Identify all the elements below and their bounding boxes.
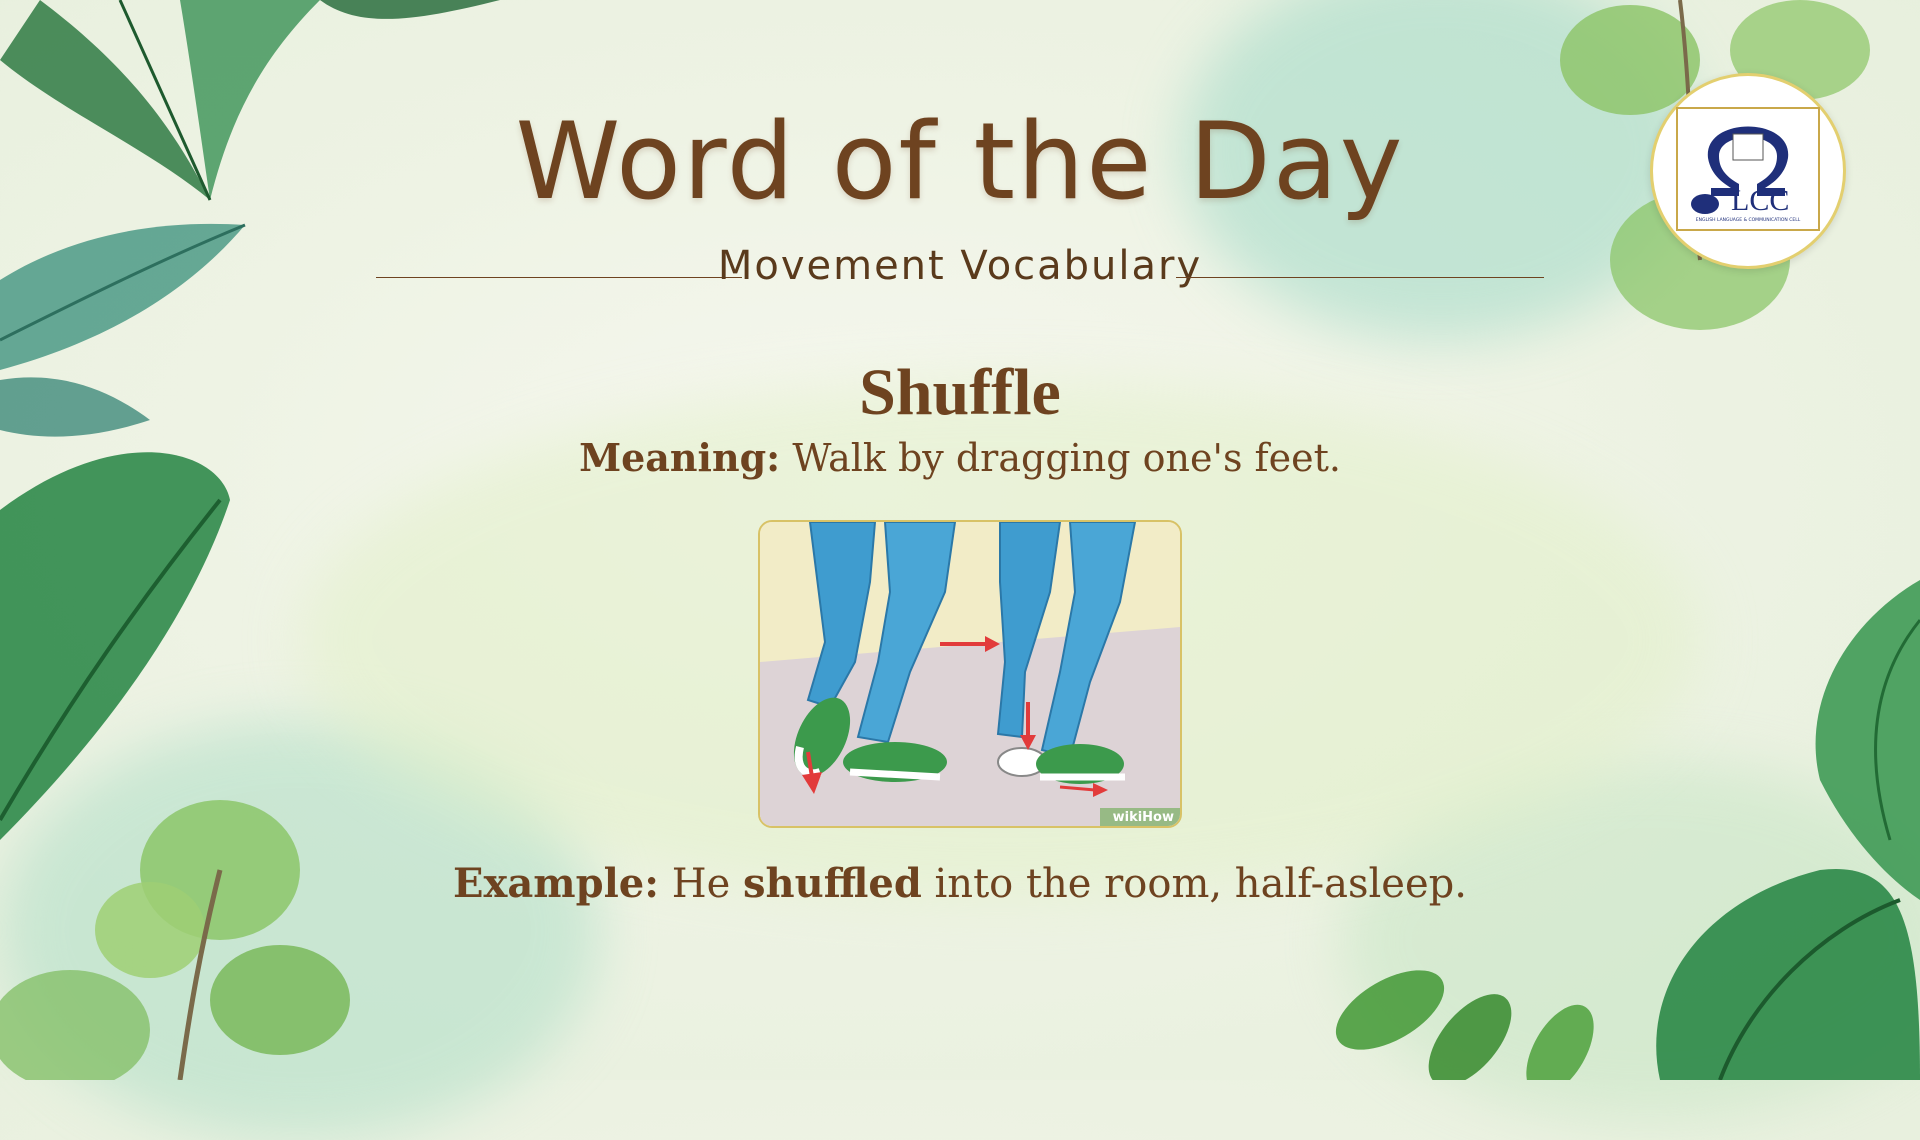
leaf-decoration-bottom-left [0,800,350,1080]
example-text-after: into the room, half-asleep. [934,861,1467,907]
omega-emblem-icon [1676,107,1820,231]
logo-text: LCC [1731,184,1790,217]
lcc-logo: LCC ENGLISH LANGUAGE & COMMUNICATION CEL… [1650,73,1846,269]
meaning-line: Meaning: Walk by dragging one's feet. [0,435,1920,480]
example-highlight-word: shuffled [743,860,922,907]
divider-right [1176,277,1544,278]
illustration-watermark: wikiHow [1112,810,1174,825]
feet-shuffle-drawing [760,522,1180,826]
logo-caption: ENGLISH LANGUAGE & COMMUNICATION CELL [1695,218,1801,223]
page-title: Word of the Day [515,100,1405,223]
example-line: Example: He shuffled into the room, half… [0,860,1920,907]
vocabulary-word: Shuffle [859,356,1061,429]
example-text-before: He [671,861,731,907]
shuffle-illustration: wikiHow [758,520,1182,828]
subtitle: Movement Vocabulary [717,243,1203,289]
example-label: Example: [453,860,660,907]
meaning-label: Meaning: [579,435,781,480]
meaning-text: Walk by dragging one's feet. [792,436,1341,480]
